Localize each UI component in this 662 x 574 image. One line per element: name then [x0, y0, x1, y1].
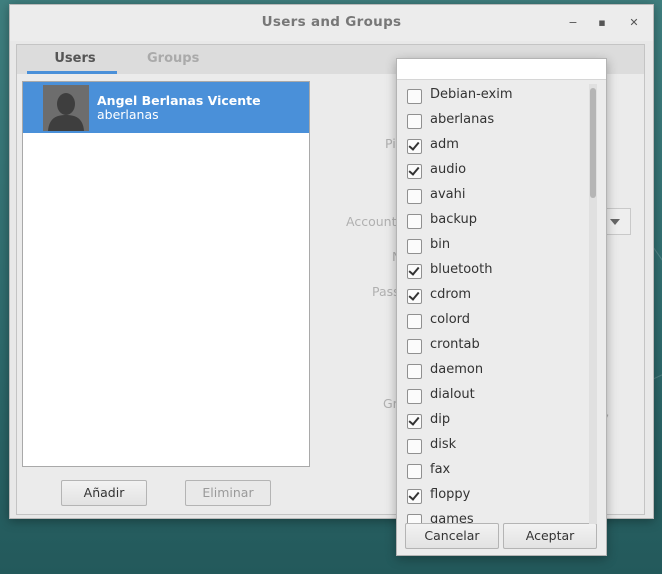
- user-full-name: Angel Berlanas Vicente: [97, 93, 261, 108]
- picture-label: Pi: [385, 136, 396, 151]
- group-item[interactable]: bluetooth: [407, 262, 587, 282]
- group-checkbox[interactable]: [407, 114, 422, 129]
- group-checkbox[interactable]: [407, 189, 422, 204]
- group-item[interactable]: adm: [407, 137, 587, 157]
- avatar-silhouette-icon: [43, 85, 89, 131]
- user-avatar: [43, 85, 89, 131]
- group-checkbox[interactable]: [407, 214, 422, 229]
- group-item[interactable]: dialout: [407, 387, 587, 407]
- group-item[interactable]: aberlanas: [407, 112, 587, 132]
- group-label: crontab: [430, 337, 480, 352]
- group-checkbox[interactable]: [407, 339, 422, 354]
- group-item[interactable]: disk: [407, 437, 587, 457]
- group-label: dialout: [430, 387, 475, 402]
- group-checkbox[interactable]: [407, 464, 422, 479]
- group-checkbox[interactable]: [407, 389, 422, 404]
- user-login: aberlanas: [97, 107, 159, 122]
- group-label: aberlanas: [430, 112, 495, 127]
- chevron-down-icon: [610, 219, 620, 225]
- group-checkbox[interactable]: [407, 264, 422, 279]
- group-label: bluetooth: [430, 262, 493, 277]
- groups-popup: Debian-exim aberlanas adm audio avahi ba…: [396, 58, 607, 556]
- group-label: fax: [430, 462, 451, 477]
- group-label: floppy: [430, 487, 471, 502]
- group-checkbox[interactable]: [407, 489, 422, 504]
- group-checkbox[interactable]: [407, 89, 422, 104]
- group-label: daemon: [430, 362, 484, 377]
- group-label: avahi: [430, 187, 466, 202]
- group-label: adm: [430, 137, 459, 152]
- add-user-button[interactable]: Añadir: [61, 480, 147, 506]
- group-checkbox[interactable]: [407, 139, 422, 154]
- group-item[interactable]: avahi: [407, 187, 587, 207]
- group-item[interactable]: dip: [407, 412, 587, 432]
- group-item[interactable]: bin: [407, 237, 587, 257]
- group-list-scrollbar[interactable]: [589, 84, 597, 524]
- group-item[interactable]: daemon: [407, 362, 587, 382]
- group-item[interactable]: floppy: [407, 487, 587, 507]
- group-item[interactable]: backup: [407, 212, 587, 232]
- group-checkbox[interactable]: [407, 514, 422, 523]
- group-checkbox[interactable]: [407, 289, 422, 304]
- group-label: Debian-exim: [430, 87, 513, 102]
- minimize-button[interactable]: −: [565, 15, 581, 31]
- group-label: cdrom: [430, 287, 472, 302]
- cancel-button[interactable]: Cancelar: [405, 523, 499, 549]
- group-item[interactable]: colord: [407, 312, 587, 332]
- accept-button[interactable]: Aceptar: [503, 523, 597, 549]
- group-label: games: [430, 512, 474, 523]
- group-label: audio: [430, 162, 467, 177]
- tab-users[interactable]: Users: [33, 51, 117, 66]
- remove-user-button[interactable]: Eliminar: [185, 480, 271, 506]
- group-checkbox[interactable]: [407, 364, 422, 379]
- titlebar[interactable]: Users and Groups − ▪ ✕: [10, 5, 653, 41]
- group-label: bin: [430, 237, 451, 252]
- group-item[interactable]: crontab: [407, 337, 587, 357]
- group-item[interactable]: Debian-exim: [407, 87, 587, 107]
- maximize-button[interactable]: ▪: [594, 15, 610, 31]
- group-label: backup: [430, 212, 477, 227]
- close-button[interactable]: ✕: [626, 15, 642, 31]
- group-checkbox[interactable]: [407, 239, 422, 254]
- group-item[interactable]: cdrom: [407, 287, 587, 307]
- group-item[interactable]: games: [407, 512, 587, 523]
- group-item[interactable]: fax: [407, 462, 587, 482]
- scrollbar-thumb[interactable]: [590, 88, 596, 198]
- window-title: Users and Groups: [261, 14, 402, 30]
- group-label: disk: [430, 437, 457, 452]
- group-checkbox[interactable]: [407, 439, 422, 454]
- tab-groups[interactable]: Groups: [147, 51, 199, 66]
- group-search-field[interactable]: [397, 59, 606, 80]
- user-row[interactable]: Angel Berlanas Vicente aberlanas: [23, 82, 309, 133]
- group-list[interactable]: Debian-exim aberlanas adm audio avahi ba…: [397, 82, 606, 523]
- group-checkbox[interactable]: [407, 164, 422, 179]
- group-item[interactable]: audio: [407, 162, 587, 182]
- group-checkbox[interactable]: [407, 314, 422, 329]
- group-label: dip: [430, 412, 451, 427]
- group-checkbox[interactable]: [407, 414, 422, 429]
- account-type-label: Account: [346, 214, 397, 229]
- group-label: colord: [430, 312, 471, 327]
- user-list[interactable]: Angel Berlanas Vicente aberlanas: [22, 81, 310, 467]
